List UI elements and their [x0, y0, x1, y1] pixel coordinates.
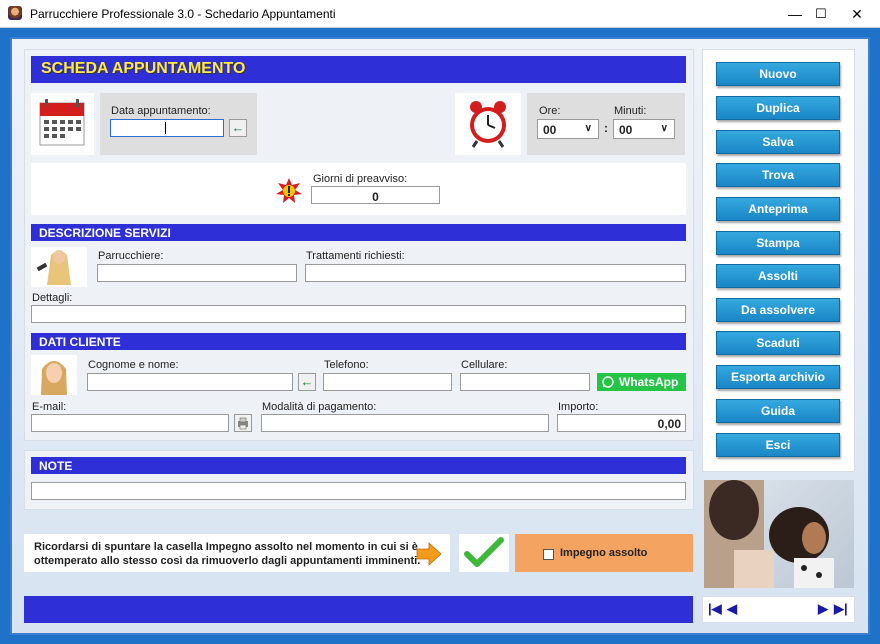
export-archive-button[interactable]: Esporta archivio: [716, 365, 840, 389]
warning-icon: [276, 178, 302, 203]
checkmark-box: [459, 534, 509, 572]
details-label: Dettagli:: [32, 292, 73, 304]
arrow-right-icon: [416, 542, 442, 566]
services-section-title: DESCRIZIONE SERVIZI: [31, 224, 686, 241]
notice-label: Giorni di preavviso:: [313, 173, 408, 185]
text-cursor: [165, 122, 166, 134]
notes-section-title: NOTE: [31, 457, 686, 474]
mobile-label: Cellulare:: [461, 359, 508, 371]
print-button[interactable]: Stampa: [716, 231, 840, 255]
minutes-value: 00: [619, 123, 633, 137]
hours-select[interactable]: 00 ∨: [537, 119, 599, 139]
whatsapp-icon: [602, 376, 614, 388]
chevron-down-icon: ∨: [660, 123, 668, 134]
find-button[interactable]: Trova: [716, 163, 840, 187]
completed-button[interactable]: Assolti: [716, 264, 840, 288]
whatsapp-button[interactable]: WhatsApp: [597, 373, 686, 391]
page-title: SCHEDA APPUNTAMENTO: [31, 56, 686, 83]
pager: [702, 596, 855, 623]
status-bar: [24, 596, 693, 623]
phone-label: Telefono:: [324, 359, 369, 371]
completed-checkbox-label: Impegno assolto: [560, 547, 648, 559]
preview-button[interactable]: Anteprima: [716, 197, 840, 221]
hairdresser-icon: [36, 250, 71, 285]
next-record-button[interactable]: ▶: [818, 601, 828, 617]
mobile-input[interactable]: [460, 373, 590, 391]
time-separator: :: [604, 121, 608, 135]
hours-label: Ore:: [539, 105, 561, 117]
pending-button[interactable]: Da assolvere: [716, 298, 840, 322]
first-record-button[interactable]: |◀: [708, 601, 722, 617]
window-title: Parrucchiere Professionale 3.0 - Schedar…: [30, 7, 336, 21]
email-label: E-mail:: [32, 401, 67, 413]
treatments-input[interactable]: [305, 264, 686, 282]
phone-input[interactable]: [323, 373, 452, 391]
client-photo: [31, 355, 77, 395]
title-bar: Parrucchiere Professionale 3.0 - Schedar…: [0, 0, 880, 28]
notes-input[interactable]: [31, 482, 686, 500]
whatsapp-label: WhatsApp: [619, 375, 679, 389]
hairdresser-input[interactable]: [97, 264, 297, 282]
printer-icon: [238, 417, 248, 430]
calendar-icon: [39, 99, 85, 146]
completed-checkbox[interactable]: [543, 549, 554, 560]
calendar-icon-box: [31, 93, 94, 155]
expired-button[interactable]: Scaduti: [716, 331, 840, 355]
chevron-down-icon: ∨: [584, 123, 592, 134]
date-label: Data appuntamento:: [111, 105, 211, 117]
hairdresser-photo: [31, 247, 87, 287]
hours-value: 00: [543, 123, 557, 137]
date-input[interactable]: [110, 119, 224, 137]
hairdresser-label: Parrucchiere:: [98, 250, 164, 262]
payment-input[interactable]: [261, 414, 549, 432]
last-record-button[interactable]: ▶|: [834, 601, 848, 617]
client-name-arrow-button[interactable]: ←: [298, 373, 316, 391]
amount-input[interactable]: 0,00: [557, 414, 686, 432]
duplicate-button[interactable]: Duplica: [716, 96, 840, 120]
minutes-select[interactable]: 00 ∨: [613, 119, 675, 139]
previous-record-button[interactable]: ◀: [727, 601, 737, 617]
salon-photo-image: [704, 480, 834, 588]
payment-label: Modalità di pagamento:: [262, 401, 377, 413]
alarm-icon-box: [455, 93, 521, 155]
date-arrow-button[interactable]: ←: [229, 119, 247, 137]
close-button[interactable]: ✕: [834, 0, 880, 28]
app-icon: [8, 6, 22, 20]
completed-checkbox-panel[interactable]: Impegno assolto: [515, 534, 693, 572]
guide-button[interactable]: Guida: [716, 399, 840, 423]
new-button[interactable]: Nuovo: [716, 62, 840, 86]
salon-photo: [704, 480, 854, 588]
details-input[interactable]: [31, 305, 686, 323]
alarm-clock-icon: [470, 101, 506, 148]
exit-button[interactable]: Esci: [716, 433, 840, 457]
save-button[interactable]: Salva: [716, 130, 840, 154]
client-name-label: Cognome e nome:: [88, 359, 179, 371]
reminder-text: Ricordarsi di spuntare la casella Impegn…: [24, 534, 450, 572]
client-avatar-icon: [41, 361, 67, 395]
send-email-button[interactable]: [234, 414, 252, 432]
client-name-input[interactable]: [87, 373, 293, 391]
checkmark-icon: [464, 537, 504, 567]
treatments-label: Trattamenti richiesti:: [306, 250, 405, 262]
client-section-title: DATI CLIENTE: [31, 333, 686, 350]
email-input[interactable]: [31, 414, 229, 432]
amount-label: Importo:: [558, 401, 599, 413]
notice-days-input[interactable]: 0: [311, 186, 440, 204]
minutes-label: Minuti:: [614, 105, 647, 117]
